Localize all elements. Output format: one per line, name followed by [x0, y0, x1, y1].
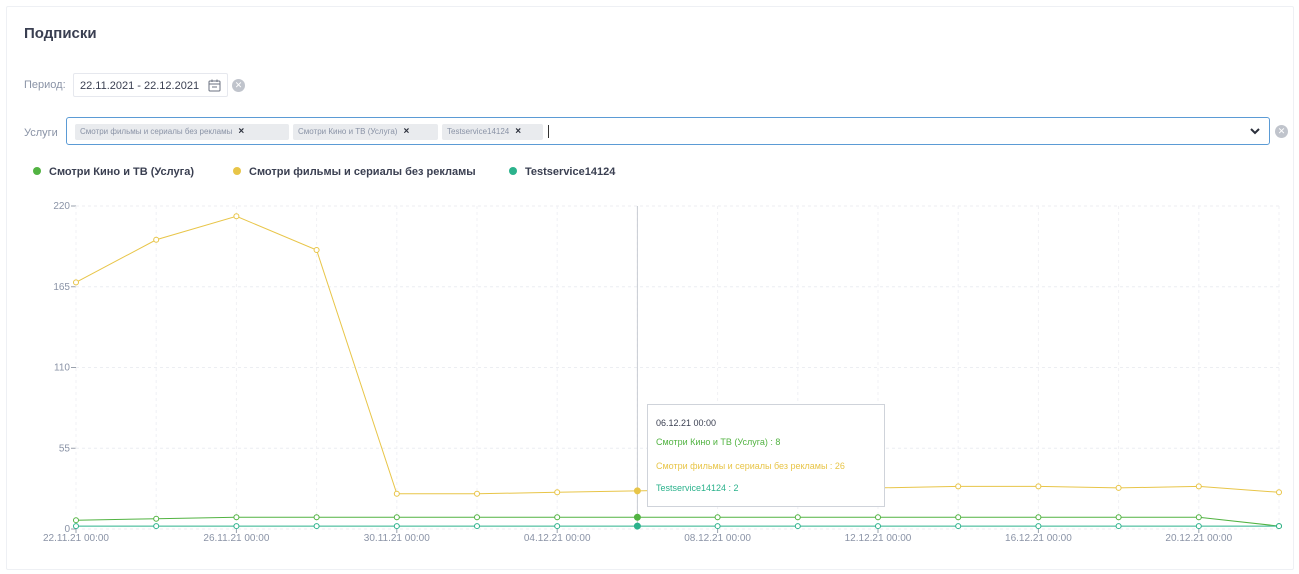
x-tick-label: 16.12.21 00:00 [1005, 533, 1072, 544]
x-tick-label: 12.12.21 00:00 [845, 533, 912, 544]
service-tag: Смотри Кино и ТВ (Услуга) × [293, 124, 438, 140]
data-point [233, 523, 240, 530]
data-point [875, 514, 881, 521]
data-point [714, 523, 721, 530]
tag-remove-icon[interactable]: × [238, 126, 244, 137]
data-point [73, 517, 79, 524]
y-tick-label: 220 [53, 201, 70, 212]
calendar-icon[interactable] [208, 79, 221, 92]
data-point [153, 515, 160, 522]
data-point [1035, 523, 1042, 530]
data-point [153, 236, 160, 243]
data-point [313, 514, 320, 521]
services-select[interactable]: Смотри фильмы и сериалы без рекламы × Смо… [66, 117, 1270, 145]
data-point [474, 514, 480, 521]
period-label: Период: [24, 79, 66, 91]
x-tick-label: 22.11.21 00:00 [43, 533, 109, 544]
data-point [955, 483, 962, 490]
data-point [1195, 483, 1202, 490]
y-tick-label: 55 [59, 443, 71, 454]
data-point [313, 247, 320, 254]
data-point [1195, 523, 1202, 530]
clear-services-icon[interactable]: ✕ [1275, 125, 1288, 138]
data-point [1115, 523, 1122, 530]
legend-dot [509, 167, 517, 175]
data-point [1035, 483, 1042, 490]
data-point [233, 514, 240, 521]
data-point [554, 523, 561, 530]
data-point [633, 487, 641, 495]
service-tag: Testservice14124 × [442, 124, 543, 140]
data-point [313, 523, 320, 530]
data-point [955, 523, 962, 530]
service-tag: Смотри фильмы и сериалы без рекламы × [75, 124, 289, 140]
data-point [1035, 514, 1042, 521]
service-tag-label: Testservice14124 [447, 127, 510, 136]
data-point [153, 523, 160, 530]
x-tick-label: 30.11.21 00:00 [364, 533, 430, 544]
data-point [474, 490, 480, 497]
legend-label: Смотри Кино и ТВ (Услуга) [49, 166, 194, 178]
data-point [633, 522, 641, 530]
legend-dot [33, 167, 41, 175]
data-point [633, 513, 641, 521]
tooltip-title: 06.12.21 00:00 [656, 418, 717, 428]
data-point [393, 523, 400, 530]
data-point [1115, 514, 1122, 521]
x-tick-label: 20.12.21 00:00 [1165, 533, 1232, 544]
y-tick-label: 110 [54, 363, 70, 374]
chart-tooltip: 06.12.21 00:00 Смотри Кино и ТВ (Услуга)… [647, 404, 885, 507]
service-tag-label: Смотри Кино и ТВ (Услуга) [298, 127, 398, 136]
data-point [1276, 489, 1282, 496]
chevron-down-icon[interactable] [1249, 125, 1261, 137]
x-tick-label: 08.12.21 00:00 [684, 533, 751, 544]
data-point [1115, 484, 1122, 491]
data-point [73, 279, 79, 286]
tooltip-line-films: Смотри фильмы и сериалы без рекламы : 26 [656, 461, 845, 471]
period-value: 22.11.2021 - 22.12.2021 [80, 80, 200, 92]
data-point [73, 523, 79, 530]
tag-remove-icon[interactable]: × [403, 126, 409, 137]
legend-label: Смотри фильмы и сериалы без рекламы [249, 166, 476, 178]
data-point [875, 523, 881, 530]
legend-item-films[interactable]: Смотри фильмы и сериалы без рекламы [233, 166, 476, 178]
x-tick-label: 04.12.21 00:00 [524, 533, 591, 544]
series-line [75, 516, 1280, 527]
legend-dot [233, 167, 241, 175]
data-point [794, 523, 801, 530]
legend-item-testservice[interactable]: Testservice14124 [509, 166, 615, 178]
data-point [474, 523, 480, 530]
data-point [714, 514, 721, 521]
clear-period-icon[interactable]: ✕ [232, 79, 245, 92]
period-date-picker[interactable]: 22.11.2021 - 22.12.2021 [73, 73, 228, 97]
data-point [955, 514, 962, 521]
tag-remove-icon[interactable]: × [515, 126, 521, 137]
data-point [233, 213, 240, 220]
legend-label: Testservice14124 [525, 166, 616, 178]
data-point [1276, 523, 1282, 530]
data-point [393, 514, 400, 521]
tooltip-line-testservice: Testservice14124 : 2 [656, 483, 739, 493]
data-point [1195, 514, 1202, 521]
text-caret [548, 125, 549, 138]
data-point [794, 514, 801, 521]
page-title: Подписки [24, 25, 97, 42]
tooltip-line-kino: Смотри Кино и ТВ (Услуга) : 8 [656, 437, 781, 447]
services-label: Услуги [24, 127, 58, 139]
data-point [554, 489, 561, 496]
legend-item-kino[interactable]: Смотри Кино и ТВ (Услуга) [33, 166, 194, 178]
data-point [554, 514, 561, 521]
data-point [393, 490, 400, 497]
y-tick-label: 165 [53, 282, 70, 293]
x-tick-label: 26.11.21 00:00 [203, 533, 269, 544]
service-tag-label: Смотри фильмы и сериалы без рекламы [80, 127, 233, 136]
